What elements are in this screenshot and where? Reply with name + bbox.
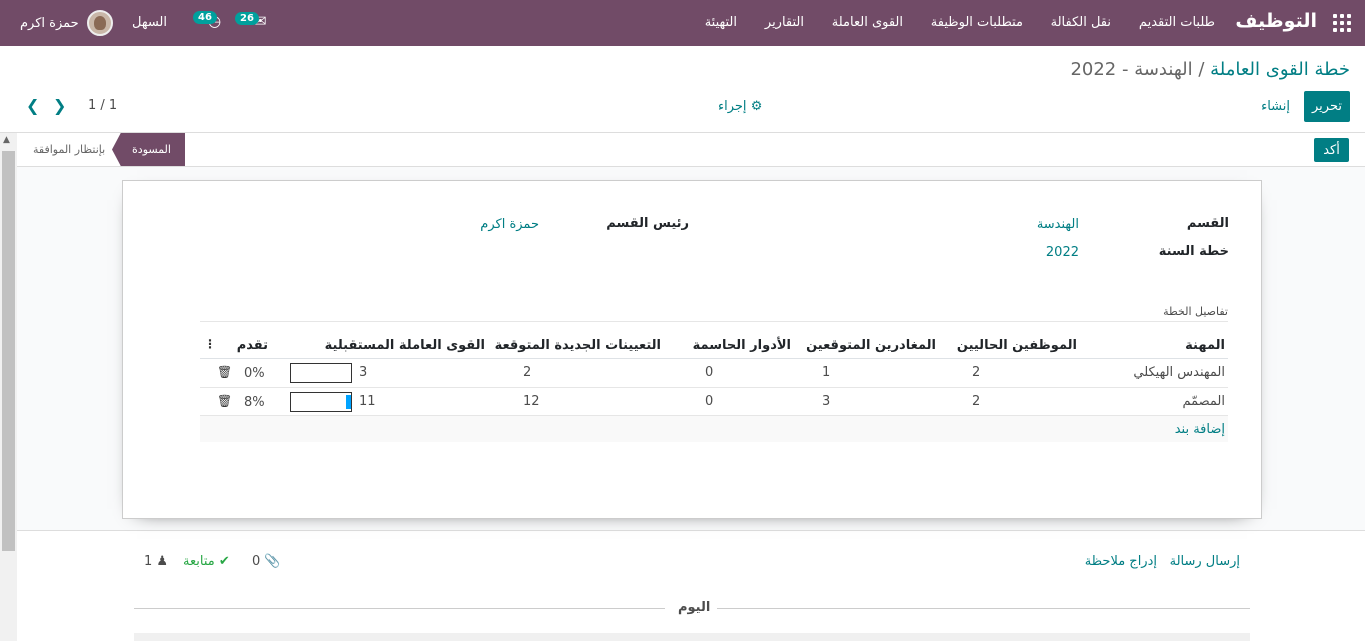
- row2-delete-icon[interactable]: 🗑: [217, 394, 232, 408]
- row1-progress: 0%: [244, 366, 265, 381]
- day-separator-label: اليوم: [678, 600, 711, 615]
- header-progress[interactable]: تقدم: [237, 338, 268, 353]
- row2-progress-fill: [346, 395, 351, 409]
- messages-badge: 26: [235, 12, 259, 25]
- scrollbar[interactable]: ▲: [0, 133, 17, 641]
- section-divider: [200, 321, 1228, 322]
- header-critical-roles[interactable]: الأدوار الحاسمة: [693, 338, 791, 353]
- user-menu[interactable]: حمزة اكرم: [14, 0, 113, 46]
- pager-previous-icon[interactable]: ❮: [26, 96, 39, 115]
- header-future-manpower[interactable]: القوى العاملة المستقبلية: [325, 338, 485, 353]
- menu-sponsorship-transfer[interactable]: نقل الكفالة: [1051, 15, 1111, 30]
- create-button[interactable]: إنشاء: [1261, 99, 1290, 114]
- row1-progress-bar: [290, 363, 352, 383]
- menu-applications[interactable]: طلبات التقديم: [1139, 15, 1215, 30]
- row2-progress: 8%: [244, 395, 265, 410]
- action-menu-button[interactable]: ⚙ إجراء: [718, 99, 762, 114]
- table-header-divider: [200, 358, 1228, 359]
- column-options-icon[interactable]: ⋮: [204, 337, 216, 351]
- row1-delete-icon[interactable]: 🗑: [217, 365, 232, 379]
- user-avatar: [86, 10, 113, 36]
- message-item: [134, 633, 1250, 641]
- scroll-thumb[interactable]: [2, 151, 15, 551]
- manager-label: رئيس القسم: [606, 216, 689, 231]
- menu-reports[interactable]: التقارير: [765, 15, 804, 30]
- log-note-button[interactable]: إدراج ملاحظة: [1085, 554, 1157, 569]
- header-current-employees[interactable]: الموظفين الحاليين: [957, 338, 1077, 353]
- row2-job[interactable]: المصمّم: [1182, 394, 1225, 409]
- confirm-button[interactable]: أكد: [1314, 138, 1349, 162]
- header-job[interactable]: المهنة: [1185, 338, 1225, 353]
- row-divider: [200, 387, 1228, 388]
- day-separator-line: [134, 608, 665, 609]
- row1-current[interactable]: 2: [972, 365, 980, 380]
- plan-details-title: تفاصيل الخطة: [1163, 305, 1228, 318]
- row2-current[interactable]: 2: [972, 394, 980, 409]
- follow-button[interactable]: متابعة ✔: [183, 554, 230, 569]
- row1-future[interactable]: 3: [359, 365, 367, 380]
- gear-icon: ⚙: [750, 99, 763, 114]
- stage-awaiting-approval[interactable]: بإنتظار الموافقة: [33, 143, 105, 156]
- stage-draft[interactable]: المسودة: [112, 133, 185, 166]
- row1-new-hires[interactable]: 2: [523, 365, 531, 380]
- user-icon: ♟: [156, 554, 169, 569]
- scroll-up-icon[interactable]: ▲: [3, 135, 10, 145]
- plan-year-field[interactable]: 2022: [1046, 245, 1079, 260]
- activities-badge: 46: [193, 11, 217, 24]
- add-line-link[interactable]: إضافة بند: [1175, 422, 1225, 437]
- top-navbar: التوظيف طلبات التقديم نقل الكفالة متطلبا…: [0, 0, 1365, 46]
- department-field[interactable]: الهندسة: [1037, 217, 1079, 232]
- breadcrumb-separator: /: [1192, 59, 1211, 80]
- menu-job-requirements[interactable]: متطلبات الوظيفة: [931, 15, 1023, 30]
- header-expected-leaving[interactable]: المغادرين المتوقعين: [806, 338, 936, 353]
- status-bar: أكد المسودة بإنتظار الموافقة: [0, 132, 1365, 167]
- pager-value[interactable]: 1 / 1: [88, 98, 117, 113]
- followers-count[interactable]: 1 ♟: [144, 554, 168, 569]
- add-line-row: [200, 416, 1228, 442]
- row1-leaving[interactable]: 1: [822, 365, 830, 380]
- attachments-button[interactable]: 0 📎: [252, 554, 281, 569]
- send-message-button[interactable]: إرسال رسالة: [1170, 554, 1240, 569]
- paperclip-icon: 📎: [264, 554, 281, 569]
- row2-future[interactable]: 11: [359, 394, 376, 409]
- row2-critical[interactable]: 0: [705, 394, 713, 409]
- menu-manpower[interactable]: القوى العاملة: [832, 15, 903, 30]
- manager-field[interactable]: حمزة اكرم: [480, 217, 539, 232]
- app-brand[interactable]: التوظيف: [1235, 10, 1317, 32]
- user-name: حمزة اكرم: [20, 15, 79, 31]
- plan-year-label: خطة السنة: [1158, 244, 1229, 259]
- company-switcher[interactable]: السهل: [132, 15, 167, 30]
- edit-button[interactable]: تحرير: [1304, 91, 1350, 122]
- row1-critical[interactable]: 0: [705, 365, 713, 380]
- header-expected-new-hires[interactable]: التعيينات الجديدة المتوقعة: [495, 338, 661, 353]
- pager-next-icon[interactable]: ❯: [53, 96, 66, 115]
- menu-configuration[interactable]: التهيئة: [705, 15, 737, 30]
- row2-leaving[interactable]: 3: [822, 394, 830, 409]
- row2-progress-bar: [290, 392, 352, 412]
- row2-new-hires[interactable]: 12: [523, 394, 540, 409]
- attachments-count: 0: [252, 554, 261, 569]
- follow-label: متابعة: [183, 554, 215, 569]
- department-label: القسم: [1186, 216, 1229, 231]
- breadcrumb: خطة القوى العاملة / الهندسة - 2022: [1070, 59, 1350, 80]
- apps-menu-icon[interactable]: [1333, 14, 1351, 32]
- breadcrumb-parent[interactable]: خطة القوى العاملة: [1210, 59, 1350, 80]
- row1-job[interactable]: المهندس الهيكلي: [1133, 365, 1225, 380]
- action-menu-label: إجراء: [718, 99, 747, 114]
- breadcrumb-current: الهندسة - 2022: [1070, 59, 1193, 80]
- day-separator-line: [717, 608, 1250, 609]
- check-icon: ✔: [218, 554, 230, 569]
- followers-value: 1: [144, 554, 153, 569]
